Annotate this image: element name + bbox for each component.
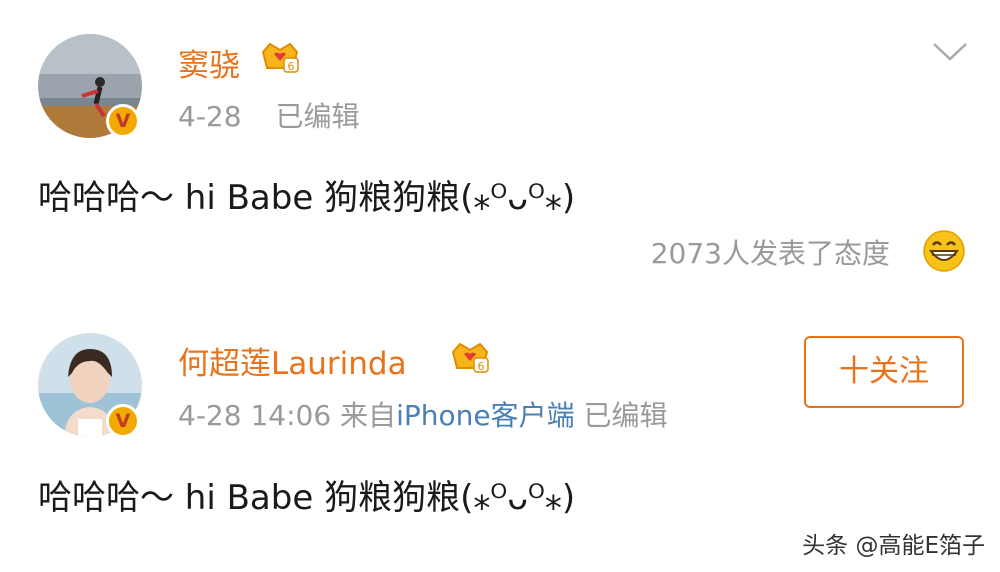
crown-badge-icon: 6 (451, 342, 489, 373)
source-link[interactable]: iPhone客户端 (396, 399, 575, 432)
svg-text:6: 6 (288, 60, 295, 73)
post-datetime: 4-28 14:06 (178, 399, 332, 432)
svg-text:6: 6 (478, 360, 485, 373)
chevron-down-icon[interactable] (931, 40, 969, 64)
grin-emoji-icon[interactable] (922, 229, 966, 273)
post-meta: 4-28 已编辑 (178, 95, 360, 135)
post-content: 哈哈哈～ hi Babe 狗粮狗粮(⁎ᴼᴗᴼ⁎) (38, 178, 576, 218)
edited-label: 已编辑 (583, 399, 668, 432)
edited-label: 已编辑 (275, 100, 360, 133)
source-prefix: 来自 (340, 399, 397, 432)
author-name[interactable]: 何超莲Laurinda (178, 338, 407, 383)
weibo-post: V 窦骁 6 4-28 已编辑 哈哈哈～ hi Babe 狗粮狗粮(⁎ᴼᴗᴼ⁎) … (0, 0, 1000, 300)
post-content: 哈哈哈～ hi Babe 狗粮狗粮(⁎ᴼᴗᴼ⁎) (38, 478, 576, 518)
author-name[interactable]: 窦骁 (178, 40, 240, 85)
follow-button[interactable]: 十关注 (804, 336, 964, 408)
post-meta: 4-28 14:06 来自iPhone客户端 已编辑 (178, 394, 668, 434)
verified-icon: V (106, 104, 140, 138)
verified-icon: V (106, 404, 140, 438)
crown-badge-icon: 6 (261, 42, 299, 73)
post-date: 4-28 (178, 100, 242, 133)
watermark: 头条 @高能E箔子 (802, 533, 985, 559)
reaction-count[interactable]: 2073人发表了态度 (651, 232, 890, 272)
